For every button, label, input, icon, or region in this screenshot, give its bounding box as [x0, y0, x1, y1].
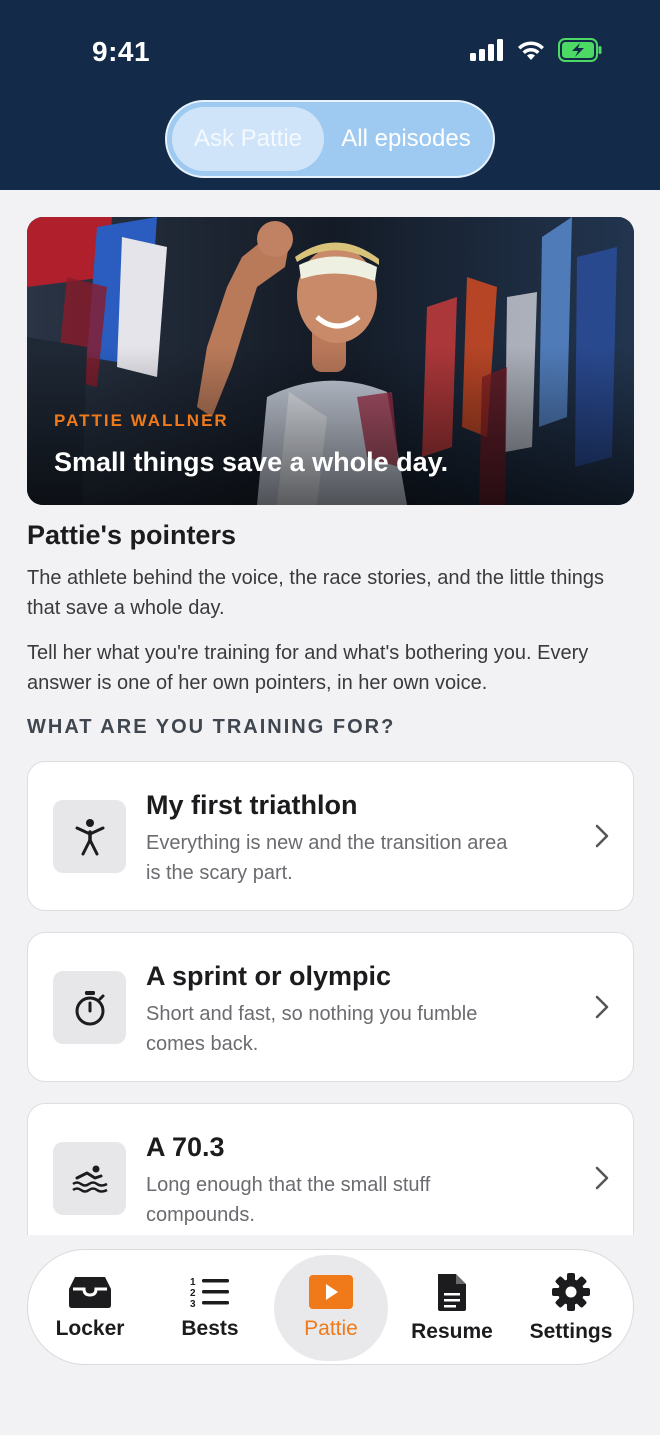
chevron-right-icon [595, 824, 609, 848]
hero-title: Small things save a whole day. [54, 447, 449, 477]
gear-icon [552, 1273, 590, 1311]
card-description: Long enough that the small stuff compoun… [146, 1174, 431, 1226]
tab-ask-pattie[interactable]: Ask Pattie [172, 107, 324, 171]
tab-label: Pattie [304, 1317, 358, 1340]
option-card-first-triathlon[interactable]: My first triathlon Everything is new and… [27, 761, 634, 911]
card-title: A 70.3 [146, 1132, 225, 1162]
locker-icon [69, 1277, 111, 1308]
tab-settings[interactable]: Settings [524, 1250, 618, 1366]
document-icon [438, 1274, 466, 1311]
tab-label: Resume [411, 1320, 493, 1343]
card-description: Everything is new and the transition are… [146, 832, 508, 884]
tab-pattie[interactable]: Pattie [286, 1250, 376, 1366]
option-card-sprint-olympic[interactable]: A sprint or olympic Short and fast, so n… [27, 932, 634, 1082]
svg-text:3: 3 [190, 1299, 196, 1309]
tab-label: Locker [55, 1317, 125, 1340]
signal-icon [470, 39, 503, 61]
tab-bests[interactable]: 1 2 3 Bests [168, 1250, 252, 1366]
view-switcher: Ask Pattie All episodes [165, 100, 495, 178]
bottom-tab-bar: Locker 1 2 3 Bests Pattie Resume Setting… [27, 1249, 634, 1365]
card-description: Short and fast, so nothing you fumble co… [146, 1003, 478, 1055]
intro-paragraph: The athlete behind the voice, the race s… [27, 567, 605, 619]
tab-label: Settings [529, 1320, 613, 1343]
tab-locker[interactable]: Locker [48, 1250, 132, 1366]
swimmer-icon [53, 1142, 126, 1215]
card-title: A sprint or olympic [146, 961, 392, 991]
battery-charging-icon [558, 38, 602, 62]
person-icon [53, 800, 126, 873]
wifi-icon [518, 41, 544, 60]
svg-text:1: 1 [190, 1277, 196, 1288]
status-icons [470, 38, 602, 62]
play-icon [309, 1275, 353, 1309]
tab-label: Bests [181, 1317, 239, 1340]
content-scroll[interactable]: PATTIE WALLNER Small things save a whole… [0, 190, 660, 1235]
section-title: Pattie's pointers [27, 520, 236, 550]
hero-card[interactable]: PATTIE WALLNER Small things save a whole… [27, 217, 634, 505]
option-card-70-3[interactable]: A 70.3 Long enough that the small stuff … [27, 1103, 634, 1235]
tab-resume[interactable]: Resume [408, 1250, 496, 1366]
numbered-list-icon: 1 2 3 [190, 1277, 229, 1309]
tab-all-episodes[interactable]: All episodes [324, 107, 488, 171]
chevron-right-icon [595, 995, 609, 1019]
hero-eyebrow: PATTIE WALLNER [54, 411, 229, 430]
chevron-right-icon [595, 1166, 609, 1190]
stopwatch-icon [53, 971, 126, 1044]
status-time: 9:41 [92, 36, 151, 67]
card-title: My first triathlon [146, 790, 358, 820]
question-label: WHAT ARE YOU TRAINING FOR? [27, 716, 396, 738]
app-header: 9:41 Ask Pattie All episodes [0, 0, 660, 190]
svg-text:2: 2 [190, 1288, 196, 1299]
instructions-paragraph: Tell her what you're training for and wh… [27, 642, 589, 694]
